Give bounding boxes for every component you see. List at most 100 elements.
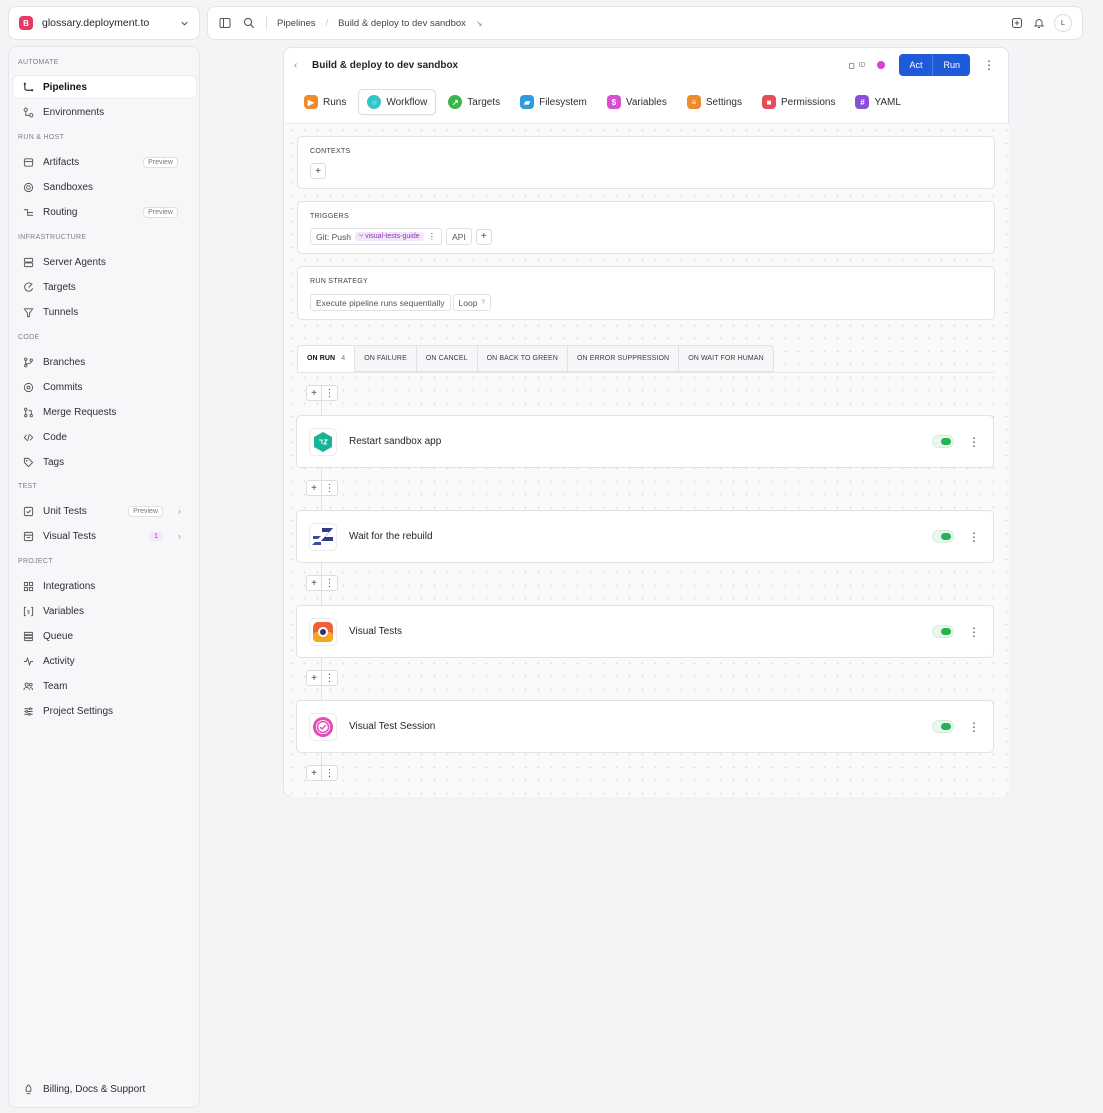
notification-bell-icon[interactable] xyxy=(1032,16,1046,30)
add-action-button[interactable]: + xyxy=(306,480,322,496)
action-card[interactable]: Wait for the rebuild ⋮ xyxy=(296,510,994,563)
action-card[interactable]: Visual Test Session ⋮ xyxy=(296,700,994,753)
run-button[interactable]: Run xyxy=(932,54,970,76)
trigger-api[interactable]: API xyxy=(446,228,472,245)
more-options-icon[interactable]: ⋮ xyxy=(967,530,981,544)
code-icon xyxy=(22,431,34,443)
add-context-button[interactable]: + xyxy=(310,163,326,179)
pipeline-tabs: ▶ Runs ○ Workflow ↗ Targets ▰ Filesystem… xyxy=(296,88,909,116)
add-action-button[interactable]: + xyxy=(306,575,322,591)
action-enabled-toggle[interactable] xyxy=(932,530,954,543)
sidebar-toggle-icon[interactable] xyxy=(218,16,232,30)
add-trigger-button[interactable]: + xyxy=(475,228,492,245)
tab-on-run[interactable]: ON RUN 4 xyxy=(297,345,356,372)
triggers-list: Git: Push ⑂ visual-tests-guide ⋮ API + xyxy=(310,228,492,245)
action-enabled-toggle[interactable] xyxy=(932,720,954,733)
sidebar-item-server-agents[interactable]: Server Agents xyxy=(13,251,196,273)
sidebar-item-merge-requests[interactable]: Merge Requests xyxy=(13,401,196,423)
run-strategy-card: RUN STRATEGY Execute pipeline runs seque… xyxy=(297,266,995,320)
breadcrumb-pipelines[interactable]: Pipelines xyxy=(277,18,316,29)
add-action-button[interactable]: + xyxy=(306,385,322,401)
sidebar-item-branches[interactable]: Branches xyxy=(13,351,196,373)
tab-on-error-suppression[interactable]: ON ERROR SUPPRESSION xyxy=(567,345,680,372)
more-options-icon[interactable]: ⋮ xyxy=(322,765,338,781)
more-options-icon[interactable]: ⋮ xyxy=(967,720,981,734)
chevron-right-icon: › xyxy=(178,506,181,516)
sidebar-item-project-settings[interactable]: Project Settings xyxy=(13,700,196,722)
sidebar-item-label: Environments xyxy=(43,106,105,118)
workspace-switcher[interactable]: B glossary.deployment.to xyxy=(8,6,200,40)
tab-filesystem[interactable]: ▰ Filesystem xyxy=(512,89,595,115)
more-options-icon[interactable]: ⋮ xyxy=(982,58,996,72)
action-enabled-toggle[interactable] xyxy=(932,435,954,448)
section-label-test: TEST xyxy=(18,483,38,490)
sidebar-item-code[interactable]: Code xyxy=(13,426,196,448)
tab-on-wait-for-human[interactable]: ON WAIT FOR HUMAN xyxy=(679,345,774,372)
merge-request-icon xyxy=(22,406,34,418)
visual-tests-camera-icon xyxy=(309,617,337,646)
more-options-icon[interactable]: ⋮ xyxy=(322,670,338,686)
sidebar-item-visual-tests[interactable]: Visual Tests 1 › xyxy=(13,525,196,547)
sidebar-item-tags[interactable]: Tags xyxy=(13,451,196,473)
tab-on-cancel[interactable]: ON CANCEL xyxy=(416,345,478,372)
sidebar-item-billing-docs-support[interactable]: Billing, Docs & Support xyxy=(13,1078,196,1100)
sidebar-item-unit-tests[interactable]: Unit Tests Preview › xyxy=(13,500,196,522)
environments-icon xyxy=(22,106,34,118)
panel-header: ‹ Build & deploy to dev sandbox ID Act R… xyxy=(284,48,1008,82)
action-card[interactable]: Restart sandbox app ⋮ xyxy=(296,415,994,468)
tab-runs[interactable]: ▶ Runs xyxy=(296,89,354,115)
sidebar-item-environments[interactable]: Environments xyxy=(13,101,196,123)
tab-variables[interactable]: $ Variables xyxy=(599,89,675,115)
back-chevron-icon[interactable]: ‹ xyxy=(294,60,306,71)
sandboxes-icon xyxy=(22,181,34,193)
more-options-icon[interactable]: ⋮ xyxy=(322,385,338,401)
tab-permissions[interactable]: ■ Permissions xyxy=(754,89,843,115)
sidebar-item-activity[interactable]: Activity xyxy=(13,650,196,672)
tab-on-back-to-green[interactable]: ON BACK TO GREEN xyxy=(477,345,568,372)
action-name: Restart sandbox app xyxy=(349,436,442,447)
tab-targets[interactable]: ↗ Targets xyxy=(440,89,508,115)
tab-yaml[interactable]: # YAML xyxy=(847,89,909,115)
loop-toggle[interactable]: Loop ? xyxy=(452,294,491,311)
insert-action-row: + ⋮ xyxy=(306,670,338,686)
add-square-icon[interactable] xyxy=(1010,16,1024,30)
sidebar-item-label: Queue xyxy=(43,630,74,642)
sidebar-item-variables[interactable]: $ Variables xyxy=(13,600,196,622)
tab-settings[interactable]: ≡ Settings xyxy=(679,89,750,115)
check-circle-icon xyxy=(309,712,337,741)
action-enabled-toggle[interactable] xyxy=(932,625,954,638)
contexts-card: CONTEXTS + xyxy=(297,136,995,189)
run-mode-select[interactable]: Execute pipeline runs sequentially xyxy=(310,294,451,311)
loop-label: Loop xyxy=(458,297,478,308)
more-options-icon[interactable]: ⋮ xyxy=(322,575,338,591)
action-card[interactable]: Visual Tests ⋮ xyxy=(296,605,994,658)
tab-workflow[interactable]: ○ Workflow xyxy=(358,89,437,115)
sidebar-item-sandboxes[interactable]: Sandboxes xyxy=(13,176,196,198)
add-action-button[interactable]: + xyxy=(306,670,322,686)
avatar[interactable]: L xyxy=(1054,14,1072,32)
copy-id-button[interactable]: ID xyxy=(849,62,865,69)
sidebar-item-label: Team xyxy=(43,680,68,692)
sidebar: AUTOMATE Pipelines Environments RUN & HO… xyxy=(8,46,200,1108)
sidebar-item-pipelines[interactable]: Pipelines xyxy=(13,76,196,98)
sidebar-item-team[interactable]: Team xyxy=(13,675,196,697)
sidebar-item-targets[interactable]: Targets xyxy=(13,276,196,298)
sidebar-item-routing[interactable]: Routing Preview xyxy=(13,201,196,223)
run-strategy-options: Execute pipeline runs sequentially Loop … xyxy=(310,294,491,311)
more-options-icon[interactable]: ⋮ xyxy=(322,480,338,496)
trigger-git-push[interactable]: Git: Push ⑂ visual-tests-guide ⋮ xyxy=(310,228,443,245)
trigger-more-icon[interactable]: ⋮ xyxy=(428,231,437,242)
more-options-icon[interactable]: ⋮ xyxy=(967,625,981,639)
search-icon[interactable] xyxy=(242,16,256,30)
sidebar-item-queue[interactable]: Queue xyxy=(13,625,196,647)
act-button[interactable]: Act xyxy=(899,54,933,76)
tab-on-failure[interactable]: ON FAILURE xyxy=(355,345,417,372)
sidebar-item-commits[interactable]: Commits xyxy=(13,376,196,398)
more-options-icon[interactable]: ⋮ xyxy=(967,435,981,449)
sidebar-item-artifacts[interactable]: Artifacts Preview xyxy=(13,151,196,173)
tab-label: ON BACK TO GREEN xyxy=(486,355,558,362)
sidebar-item-integrations[interactable]: Integrations xyxy=(13,575,196,597)
add-action-button[interactable]: + xyxy=(306,765,322,781)
sidebar-item-tunnels[interactable]: Tunnels xyxy=(13,301,196,323)
breadcrumb-current[interactable]: Build & deploy to dev sandbox xyxy=(338,18,466,29)
